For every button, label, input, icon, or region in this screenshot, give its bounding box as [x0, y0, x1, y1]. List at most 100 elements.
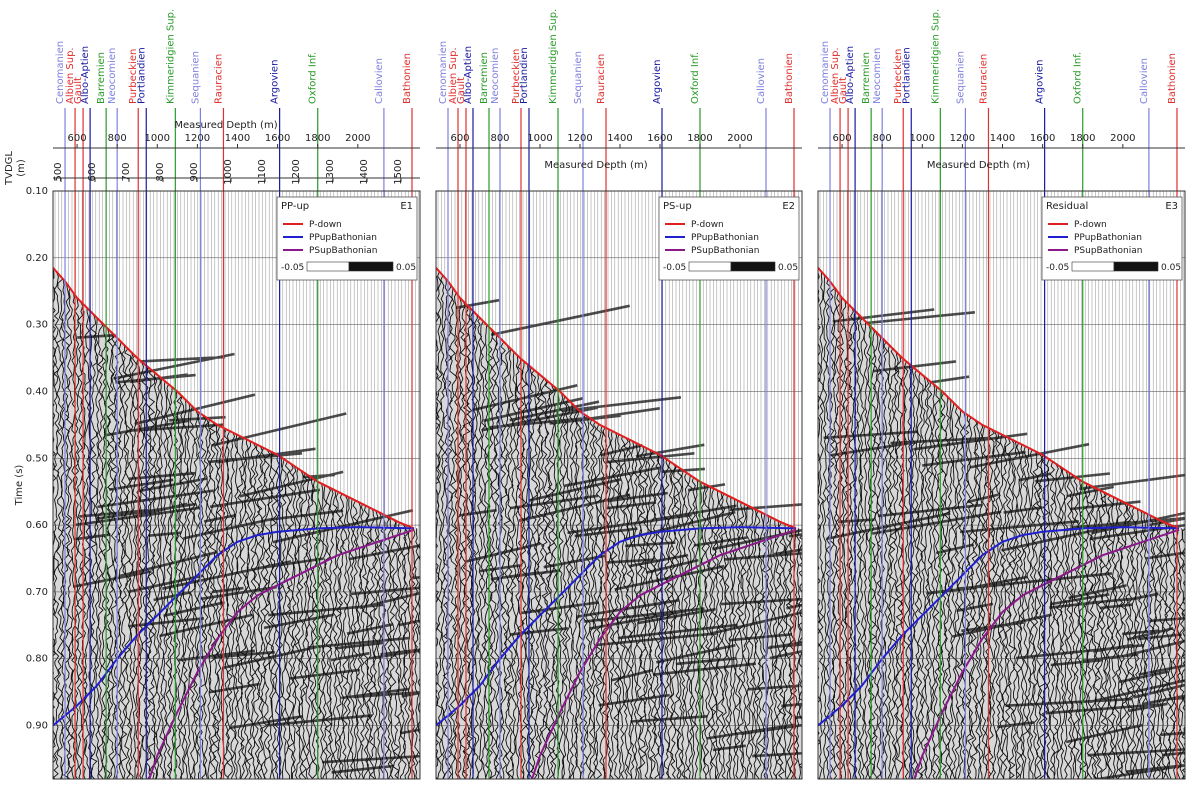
- panel-title: Residual: [1046, 201, 1088, 212]
- horizon-label: Oxford Inf.: [1073, 52, 1084, 104]
- md-tick-label: 1200: [950, 133, 975, 144]
- horizon-label: Rauracien: [978, 54, 989, 104]
- horizon-label: Oxford Inf.: [308, 52, 319, 104]
- md-tick-label: 2000: [1110, 133, 1135, 144]
- legend-label: PPupBathonian: [309, 233, 377, 243]
- tvdgl-tick-label: 700: [121, 162, 132, 181]
- md-tick-label: 1000: [910, 133, 935, 144]
- scale-min-label: -0.05: [663, 263, 686, 273]
- tvdgl-tick-label: 1500: [393, 159, 404, 184]
- horizon-label: Bathonien: [1167, 53, 1178, 104]
- legend-label: P-down: [309, 220, 342, 230]
- panel-title: PS-up: [663, 201, 692, 212]
- time-tick-label: 0.70: [26, 587, 48, 598]
- scale-bar-white: [1071, 261, 1115, 272]
- md-tick-label: 600: [68, 133, 87, 144]
- md-tick-label: 1600: [265, 133, 290, 144]
- horizon-label: Albo-Aptien: [80, 46, 91, 104]
- horizon-label: Albo-Aptien: [463, 46, 474, 104]
- horizon-label: Oxford Inf.: [690, 52, 701, 104]
- horizon-label: Barremien: [479, 52, 490, 104]
- horizon-label: Callovien: [374, 58, 385, 104]
- md-tick-label: 1600: [1030, 133, 1055, 144]
- horizon-label: Portlandien: [901, 47, 912, 104]
- scale-bar-black: [1113, 261, 1159, 272]
- scale-bar-black: [348, 261, 394, 272]
- scale-max-label: 0.05: [778, 263, 798, 273]
- md-tick-label: 2000: [727, 133, 752, 144]
- legend-label: PPupBathonian: [1074, 233, 1142, 243]
- horizon-label: Neocomien: [490, 48, 501, 104]
- legend-label: PSupBathonian: [691, 246, 759, 256]
- horizon-label: Kimmeridgien Sup.: [165, 9, 176, 104]
- seismic-figure: Time (s) 0.10 0.20 0.30 0.40 0.50 0.60 0.70 0.80…: [4, 9, 1186, 780]
- horizon-label: Callovien: [1139, 58, 1150, 104]
- horizon-label: Rauracien: [213, 54, 224, 104]
- md-tick-label: 1000: [527, 133, 552, 144]
- time-tick-label: 0.80: [26, 654, 48, 665]
- time-tick-label: 0.30: [26, 320, 48, 331]
- time-tick-label: 0.50: [26, 453, 48, 464]
- md-axis-title: Measured Depth (m): [927, 160, 1030, 171]
- panel-id: E2: [782, 201, 795, 212]
- md-tick-label: 600: [450, 133, 469, 144]
- panel-id: E1: [400, 201, 413, 212]
- horizon-label: Barremien: [96, 52, 107, 104]
- horizon-label: Albo-Aptien: [845, 46, 856, 104]
- horizon-label: Rauracien: [596, 54, 607, 104]
- horizon-label: Kimmeridgien Sup.: [548, 9, 559, 104]
- tvdgl-axis-unit: (m): [16, 159, 27, 177]
- tvdgl-tick-label: 900: [189, 162, 200, 181]
- md-tick-label: 1400: [607, 133, 632, 144]
- time-tick-label: 0.10: [26, 186, 48, 197]
- panel-e3: Cenomanien Albien Sup.GaultAlbo-Aptien Bar…: [817, 9, 1186, 780]
- legend-label: PPupBathonian: [691, 233, 759, 243]
- horizon-label: Bathonien: [784, 53, 795, 104]
- legend-label: PSupBathonian: [309, 246, 377, 256]
- md-tick-label: 1400: [990, 133, 1015, 144]
- md-tick-label: 1600: [647, 133, 672, 144]
- panel-id: E3: [1165, 201, 1178, 212]
- md-tick-label: 1200: [185, 133, 210, 144]
- legend: Residual E3 P-down PPupBathonian PSupBathoni…: [1041, 196, 1183, 281]
- tvdgl-tick-label: 1200: [291, 159, 302, 184]
- tvdgl-tick-label: 1300: [325, 159, 336, 184]
- horizon-label: Kimmeridgien Sup.: [930, 9, 941, 104]
- legend-label: P-down: [691, 220, 724, 230]
- horizon-label: Neocomien: [107, 48, 118, 104]
- time-axis-title: Time (s): [14, 465, 25, 507]
- scale-bar-white: [306, 261, 350, 272]
- legend: PS-up E2 P-down PPupBathonian PSupBathonian-…: [658, 196, 800, 281]
- md-tick-label: 1800: [305, 133, 330, 144]
- time-tick-label: 0.90: [26, 721, 48, 732]
- tvdgl-tick-label: 800: [155, 162, 166, 181]
- md-tick-label: 1800: [687, 133, 712, 144]
- md-tick-label: 1200: [567, 133, 592, 144]
- md-axis-title: Measured Depth (m): [544, 160, 647, 171]
- horizon-label: Sequanien: [190, 51, 201, 104]
- time-tick-label: 0.20: [26, 253, 48, 264]
- horizon-label: Portlandien: [519, 47, 530, 104]
- scale-min-label: -0.05: [1046, 263, 1069, 273]
- horizon-label: Bathonien: [402, 53, 413, 104]
- horizon-label: Portlandien: [136, 47, 147, 104]
- scale-max-label: 0.05: [1161, 263, 1181, 273]
- md-tick-label: 800: [108, 133, 127, 144]
- md-tick-label: 1800: [1070, 133, 1095, 144]
- md-tick-label: 1400: [225, 133, 250, 144]
- md-tick-label: 800: [873, 133, 892, 144]
- tvdgl-tick-label: 1000: [223, 159, 234, 184]
- horizon-label: Sequanien: [955, 51, 966, 104]
- horizon-label: Argovien: [1035, 60, 1046, 104]
- time-tick-label: 0.40: [26, 386, 48, 397]
- scale-min-label: -0.05: [281, 263, 304, 273]
- md-tick-label: 800: [490, 133, 509, 144]
- horizon-label: Neocomien: [872, 48, 883, 104]
- horizon-label: Sequanien: [573, 51, 584, 104]
- md-tick-label: 1000: [145, 133, 170, 144]
- horizon-label: Callovien: [756, 58, 767, 104]
- legend-label: P-down: [1074, 220, 1107, 230]
- horizon-label: Barremien: [861, 52, 872, 104]
- horizon-label: Argovien: [270, 60, 281, 104]
- legend-label: PSupBathonian: [1074, 246, 1142, 256]
